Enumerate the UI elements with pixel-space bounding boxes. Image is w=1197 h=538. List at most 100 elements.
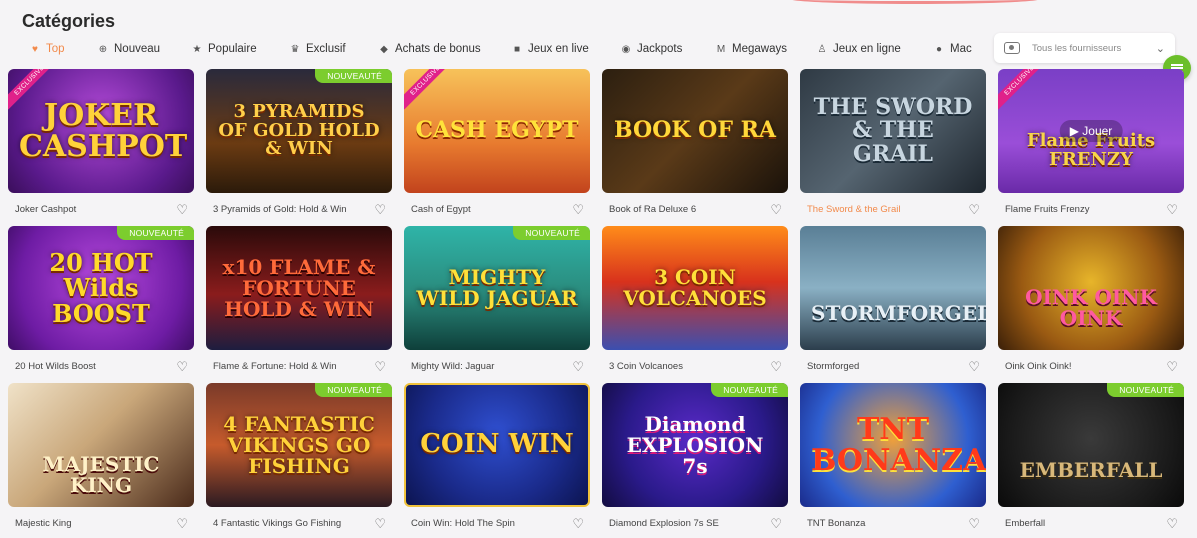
- game-art-title: 3 PYRAMIDS OF GOLD HOLD & WIN: [218, 100, 380, 160]
- game-art-title: EMBERFALL: [1019, 457, 1163, 482]
- game-art-title: STORMFORGED: [811, 300, 986, 325]
- tab-top[interactable]: ♥ Top: [30, 43, 98, 55]
- tab-jackpots[interactable]: ◉ Jackpots: [621, 43, 716, 55]
- new-badge: NOUVEAUTÉ: [315, 383, 392, 397]
- game-card: 3 PYRAMIDS OF GOLD HOLD & WIN NOUVEAUTÉ …: [206, 69, 392, 226]
- tab-label: Jeux en ligne: [833, 43, 901, 55]
- favorite-heart-icon[interactable]: ♡: [572, 203, 584, 216]
- game-title[interactable]: Mighty Wild: Jaguar: [411, 361, 572, 372]
- game-thumbnail[interactable]: STORMFORGED: [800, 226, 986, 350]
- new-badge: NOUVEAUTÉ: [315, 69, 392, 83]
- exclusive-badge: EXCLUSIVE: [998, 69, 1049, 110]
- favorite-heart-icon[interactable]: ♡: [968, 360, 980, 373]
- favorite-heart-icon[interactable]: ♡: [1166, 517, 1178, 530]
- play-button[interactable]: ▶ Jouer: [1059, 120, 1123, 142]
- game-thumbnail[interactable]: OINK OINK OINK: [998, 226, 1184, 350]
- game-card: JOKER CASHPOT EXCLUSIVE Joker Cashpot ♡: [8, 69, 194, 226]
- tab-megaways[interactable]: M Megaways: [716, 43, 817, 55]
- game-thumbnail[interactable]: 4 FANTASTIC VIKINGS GO FISHING NOUVEAUTÉ: [206, 383, 392, 507]
- heart-icon: ♥: [32, 43, 38, 55]
- game-thumbnail[interactable]: TNT BONANZA: [800, 383, 986, 507]
- chevron-down-icon: ⌄: [1155, 42, 1165, 55]
- game-card: CASH EGYPT EXCLUSIVE Cash of Egypt ♡: [404, 69, 590, 226]
- game-thumbnail[interactable]: JOKER CASHPOT EXCLUSIVE: [8, 69, 194, 193]
- game-title[interactable]: Emberfall: [1005, 518, 1166, 529]
- favorite-heart-icon[interactable]: ♡: [176, 203, 188, 216]
- game-card: EMBERFALL NOUVEAUTÉ Emberfall ♡: [998, 383, 1184, 538]
- game-title[interactable]: 4 Fantastic Vikings Go Fishing: [213, 518, 374, 529]
- game-card: MIGHTY WILD JAGUAR NOUVEAUTÉ Mighty Wild…: [404, 226, 590, 383]
- game-title[interactable]: 20 Hot Wilds Boost: [15, 361, 176, 372]
- provider-select[interactable]: Tous les fournisseurs ⌄: [994, 33, 1175, 63]
- favorite-heart-icon[interactable]: ♡: [968, 517, 980, 530]
- tab-populaire[interactable]: ★ Populaire: [192, 43, 290, 55]
- game-title[interactable]: 3 Pyramids of Gold: Hold & Win: [213, 204, 374, 215]
- game-title[interactable]: Majestic King: [15, 518, 176, 529]
- game-title[interactable]: Flame & Fortune: Hold & Win: [213, 361, 374, 372]
- game-thumbnail[interactable]: Diamond EXPLOSION 7s NOUVEAUTÉ: [602, 383, 788, 507]
- tab-label: Achats de bonus: [395, 43, 481, 55]
- tab-label: Populaire: [208, 43, 257, 55]
- game-art-title: x10 FLAME & FORTUNE HOLD & WIN: [222, 254, 376, 321]
- favorite-heart-icon[interactable]: ♡: [1166, 360, 1178, 373]
- game-card: MAJESTIC KING Majestic King ♡: [8, 383, 194, 538]
- game-title[interactable]: Cash of Egypt: [411, 204, 572, 215]
- game-art-title: TNT BONANZA: [811, 411, 986, 478]
- favorite-heart-icon[interactable]: ♡: [374, 360, 386, 373]
- game-thumbnail[interactable]: 3 PYRAMIDS OF GOLD HOLD & WIN NOUVEAUTÉ: [206, 69, 392, 193]
- tab-nouveau[interactable]: ⊕ Nouveau: [98, 43, 192, 55]
- game-thumbnail[interactable]: 20 HOT Wilds BOOST NOUVEAUTÉ: [8, 226, 194, 350]
- game-title[interactable]: Diamond Explosion 7s SE: [609, 518, 770, 529]
- camera-icon: ■: [513, 43, 521, 55]
- favorite-heart-icon[interactable]: ♡: [176, 360, 188, 373]
- tab-label: Mac: [950, 43, 972, 55]
- game-thumbnail[interactable]: MIGHTY WILD JAGUAR NOUVEAUTÉ: [404, 226, 590, 350]
- game-thumbnail[interactable]: EMBERFALL NOUVEAUTÉ: [998, 383, 1184, 507]
- game-thumbnail[interactable]: CASH EGYPT EXCLUSIVE: [404, 69, 590, 193]
- favorite-heart-icon[interactable]: ♡: [770, 360, 782, 373]
- game-title[interactable]: Coin Win: Hold The Spin: [411, 518, 572, 529]
- tab-label: Exclusif: [306, 43, 346, 55]
- favorite-heart-icon[interactable]: ♡: [770, 203, 782, 216]
- game-art-title: JOKER CASHPOT: [19, 97, 188, 164]
- game-thumbnail[interactable]: Flame Fruits FRENZY EXCLUSIVE ▶ Jouer: [998, 69, 1184, 193]
- game-title[interactable]: Oink Oink Oink!: [1005, 361, 1166, 372]
- favorite-heart-icon[interactable]: ♡: [572, 360, 584, 373]
- game-title[interactable]: The Sword & the Grail: [807, 204, 968, 215]
- plus-circle-icon: ⊕: [98, 43, 108, 55]
- game-title[interactable]: Flame Fruits Frenzy: [1005, 204, 1166, 215]
- tab-mac[interactable]: ● Mac: [934, 43, 974, 55]
- tag-icon: ●: [935, 43, 943, 55]
- game-thumbnail[interactable]: 3 COIN VOLCANOES: [602, 226, 788, 350]
- tab-label: Jackpots: [637, 43, 683, 55]
- tab-achats-de-bonus[interactable]: ◆ Achats de bonus: [379, 43, 512, 55]
- favorite-heart-icon[interactable]: ♡: [572, 517, 584, 530]
- game-thumbnail[interactable]: THE SWORD & THE GRAIL: [800, 69, 986, 193]
- star-icon: ★: [192, 43, 202, 55]
- game-title[interactable]: Book of Ra Deluxe 6: [609, 204, 770, 215]
- game-art-title: MIGHTY WILD JAGUAR: [416, 265, 578, 310]
- jackpot-icon: ◉: [621, 43, 631, 55]
- game-title[interactable]: Joker Cashpot: [15, 204, 176, 215]
- game-title[interactable]: 3 Coin Volcanoes: [609, 361, 770, 372]
- tab-jeux-en-ligne[interactable]: ♙ Jeux en ligne: [817, 43, 934, 55]
- favorite-heart-icon[interactable]: ♡: [1166, 203, 1178, 216]
- game-thumbnail[interactable]: BOOK OF RA: [602, 69, 788, 193]
- game-thumbnail[interactable]: x10 FLAME & FORTUNE HOLD & WIN: [206, 226, 392, 350]
- game-title[interactable]: Stormforged: [807, 361, 968, 372]
- tab-exclusif[interactable]: ♛ Exclusif: [290, 43, 379, 55]
- game-art-title: Diamond EXPLOSION 7s: [626, 411, 764, 478]
- tab-jeux-en-live[interactable]: ■ Jeux en live: [512, 43, 621, 55]
- new-badge: NOUVEAUTÉ: [1107, 383, 1184, 397]
- game-title[interactable]: TNT Bonanza: [807, 518, 968, 529]
- game-card: STORMFORGED Stormforged ♡: [800, 226, 986, 383]
- new-badge: NOUVEAUTÉ: [513, 226, 590, 240]
- favorite-heart-icon[interactable]: ♡: [968, 203, 980, 216]
- game-card: 4 FANTASTIC VIKINGS GO FISHING NOUVEAUTÉ…: [206, 383, 392, 538]
- favorite-heart-icon[interactable]: ♡: [374, 517, 386, 530]
- favorite-heart-icon[interactable]: ♡: [374, 203, 386, 216]
- favorite-heart-icon[interactable]: ♡: [176, 517, 188, 530]
- game-thumbnail[interactable]: MAJESTIC KING: [8, 383, 194, 507]
- game-thumbnail[interactable]: COIN WIN: [404, 383, 590, 507]
- favorite-heart-icon[interactable]: ♡: [770, 517, 782, 530]
